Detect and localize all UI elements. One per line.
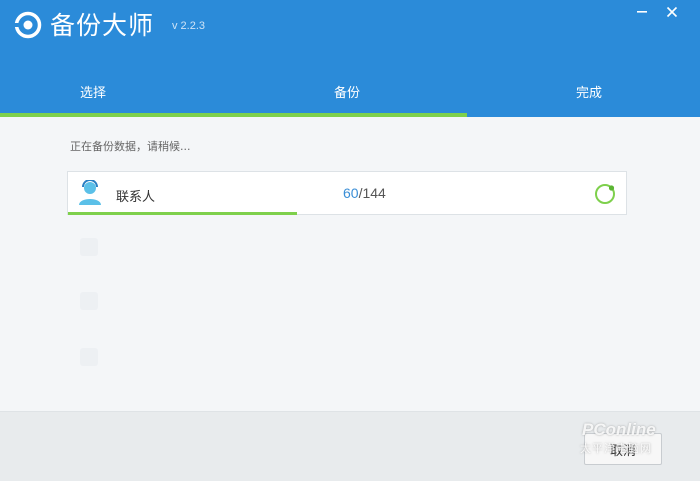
- app-logo-icon: [13, 11, 42, 39]
- status-text: 正在备份数据，请稍候...: [70, 140, 191, 153]
- item-count-current: 60: [343, 185, 359, 201]
- item-label: 联系人: [116, 190, 156, 205]
- close-icon: [666, 6, 678, 18]
- cancel-button[interactable]: 取消: [584, 433, 662, 465]
- contact-icon: [79, 180, 101, 205]
- item-count: 60/144: [343, 185, 386, 201]
- loading-spinner-icon: [595, 184, 615, 204]
- placeholder-row: [80, 238, 98, 256]
- minimize-button[interactable]: [627, 0, 657, 24]
- placeholder-row: [80, 348, 98, 366]
- app-title: 备份大师: [50, 11, 155, 40]
- step-backup: 备份: [334, 86, 361, 101]
- main-content: [0, 117, 700, 411]
- step-select: 选择: [80, 86, 107, 101]
- item-progress-bar: [68, 212, 297, 215]
- step-complete: 完成: [576, 86, 603, 101]
- minimize-icon: [637, 11, 647, 13]
- backup-item-contacts: 联系人 60/144: [67, 171, 627, 215]
- placeholder-row: [80, 292, 98, 310]
- step-indicator: 选择 备份 完成: [0, 74, 700, 114]
- item-count-total: /144: [358, 185, 386, 201]
- close-button[interactable]: [657, 0, 687, 24]
- app-version: v 2.2.3: [172, 20, 206, 32]
